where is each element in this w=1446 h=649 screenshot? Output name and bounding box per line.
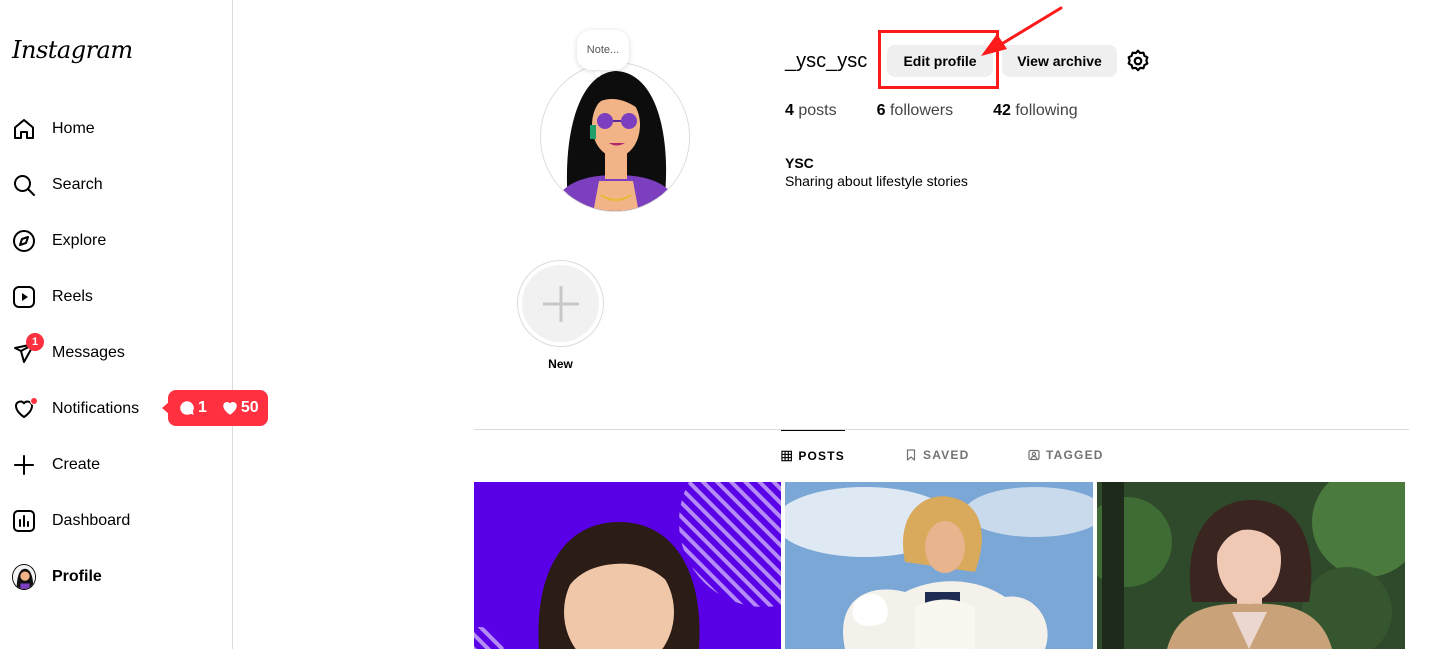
grid-icon	[781, 450, 792, 461]
sidebar-item-profile[interactable]: Profile	[0, 553, 232, 601]
tagged-user-icon	[1028, 449, 1040, 461]
reels-icon	[12, 285, 36, 309]
search-icon	[12, 173, 36, 197]
sidebar-item-search[interactable]: Search	[0, 161, 232, 209]
tab-posts[interactable]: POSTS	[781, 430, 845, 480]
heart-icon	[12, 397, 38, 421]
post-thumbnail[interactable]	[1097, 482, 1405, 649]
sidebar-item-messages[interactable]: 1 Messages	[0, 329, 232, 377]
post-image	[1097, 482, 1405, 649]
followers-stat[interactable]: 6 followers	[877, 102, 954, 120]
plus-icon	[542, 285, 579, 322]
home-icon	[12, 117, 36, 141]
sidebar-item-label: Dashboard	[52, 512, 131, 529]
like-icon	[223, 402, 237, 415]
sidebar-item-label: Notifications	[52, 400, 140, 417]
messenger-icon: 1	[12, 333, 44, 365]
messages-badge: 1	[26, 333, 44, 351]
sidebar-item-home[interactable]: Home	[0, 105, 232, 153]
post-image	[474, 482, 781, 649]
post-thumbnail[interactable]	[474, 482, 781, 649]
new-highlight-label: New	[548, 357, 573, 371]
avatar	[12, 564, 36, 590]
sidebar-item-label: Explore	[52, 232, 107, 249]
following-stat[interactable]: 42 following	[993, 102, 1078, 120]
like-count: 50	[240, 399, 259, 416]
post-thumbnail[interactable]	[785, 482, 1093, 649]
sidebar-item-explore[interactable]: Explore	[0, 217, 232, 265]
instagram-logo[interactable]: Instagram	[12, 36, 133, 64]
comment-icon	[180, 401, 194, 415]
comment-count: 1	[198, 399, 207, 416]
profile-avatar[interactable]	[540, 62, 690, 212]
sidebar: Instagram Home Search Explore Reels 1 Me…	[0, 0, 233, 649]
tab-saved[interactable]: SAVED	[905, 430, 969, 480]
sidebar-item-label: Messages	[52, 344, 125, 361]
profile-stats: 4 posts 6 followers 42 following	[785, 102, 1118, 120]
bookmark-icon	[906, 449, 916, 461]
sidebar-item-dashboard[interactable]: Dashboard	[0, 497, 232, 545]
settings-gear-icon[interactable]	[1125, 48, 1151, 74]
sidebar-item-create[interactable]: Create	[0, 441, 232, 489]
profile-bio: Sharing about lifestyle stories	[785, 173, 968, 189]
annotation-arrow	[981, 6, 1063, 56]
sidebar-item-label: Search	[52, 176, 103, 193]
profile-full-name: YSC	[785, 155, 814, 171]
compass-icon	[12, 229, 36, 253]
notification-dot	[30, 397, 38, 405]
new-highlight-button[interactable]	[517, 260, 604, 347]
dashboard-icon	[12, 509, 36, 533]
sidebar-item-label: Profile	[52, 568, 102, 585]
profile-username: _ysc_ysc	[785, 50, 868, 72]
plus-icon	[12, 453, 36, 477]
tab-tagged[interactable]: TAGGED	[1028, 430, 1104, 480]
posts-stat: 4 posts	[785, 102, 837, 119]
post-image	[785, 482, 1093, 649]
sidebar-item-label: Home	[52, 120, 95, 137]
sidebar-item-label: Create	[52, 456, 101, 473]
sidebar-item-reels[interactable]: Reels	[0, 273, 232, 321]
note-bubble[interactable]: Note...	[577, 30, 629, 77]
sidebar-item-label: Reels	[52, 288, 93, 305]
notification-summary-popup[interactable]: 1 50	[162, 390, 268, 426]
